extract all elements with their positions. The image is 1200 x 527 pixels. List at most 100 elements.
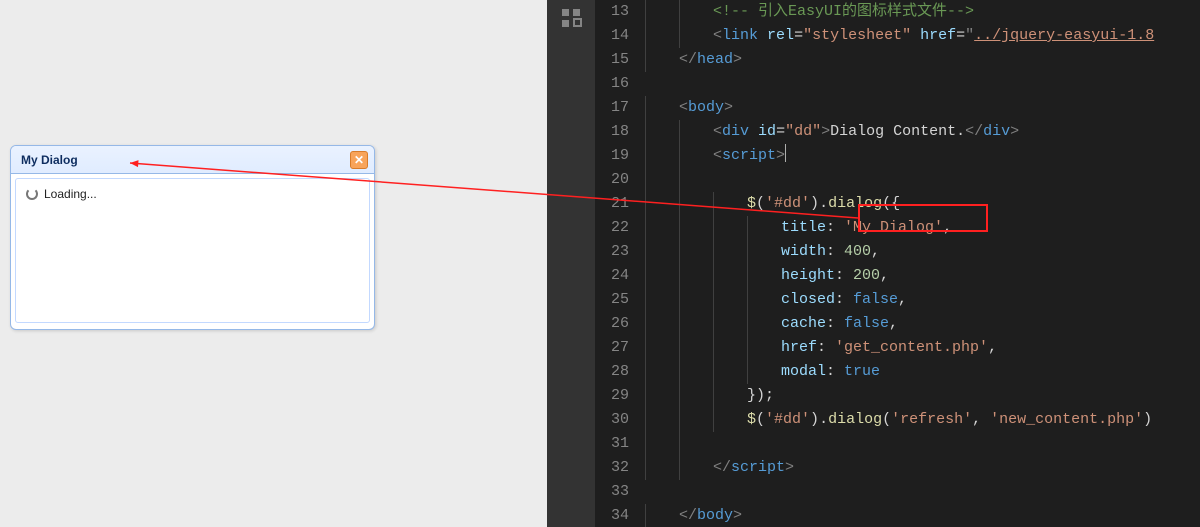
token-attr: rel <box>767 24 794 48</box>
token-brace: }); <box>747 384 774 408</box>
indent-guide <box>679 192 713 216</box>
token-punc: </ <box>965 120 983 144</box>
token-num: 200 <box>853 264 880 288</box>
token-bool: false <box>853 288 898 312</box>
token-key: cache <box>781 312 826 336</box>
token-punc: > <box>733 48 742 72</box>
dialog-close-button[interactable]: ✕ <box>350 151 368 169</box>
code-line[interactable]: 31 <box>595 432 1200 456</box>
code-line[interactable]: 29}); <box>595 384 1200 408</box>
code-line[interactable]: 21$('#dd').dialog({ <box>595 192 1200 216</box>
code-line[interactable]: 25closed: false, <box>595 288 1200 312</box>
token-text: : <box>826 216 844 240</box>
token-punc: > <box>733 504 742 527</box>
indent-guide <box>645 264 679 288</box>
token-brace: ( <box>756 192 765 216</box>
line-number: 26 <box>595 312 645 336</box>
token-text: , <box>880 264 889 288</box>
line-number: 24 <box>595 264 645 288</box>
token-text: : <box>826 360 844 384</box>
line-number: 28 <box>595 360 645 384</box>
code-line[interactable]: 24height: 200, <box>595 264 1200 288</box>
line-number: 32 <box>595 456 645 480</box>
indent-guide <box>679 312 713 336</box>
token-str: 'refresh' <box>891 408 972 432</box>
token-text: , <box>889 312 898 336</box>
token-func: dialog <box>828 408 882 432</box>
code-line[interactable]: 16 <box>595 72 1200 96</box>
code-line[interactable]: 14<link rel="stylesheet" href="../jquery… <box>595 24 1200 48</box>
easyui-dialog[interactable]: My Dialog ✕ Loading... <box>10 145 375 330</box>
token-str: 'My Dialog' <box>844 216 943 240</box>
token-punc: < <box>713 120 722 144</box>
indent-guide <box>645 0 679 24</box>
extensions-icon[interactable] <box>559 6 583 35</box>
token-punc: " <box>965 24 974 48</box>
activity-bar[interactable] <box>547 0 595 527</box>
line-number: 13 <box>595 0 645 24</box>
indent-guide <box>645 312 679 336</box>
indent-guide <box>747 264 781 288</box>
token-key: width <box>781 240 826 264</box>
indent-guide <box>645 168 679 192</box>
indent-guide <box>713 384 747 408</box>
code-line[interactable]: 28 modal: true <box>595 360 1200 384</box>
token-text: , <box>871 240 880 264</box>
token-text: : <box>826 312 844 336</box>
line-number: 33 <box>595 480 645 504</box>
token-num: 400 <box>844 240 871 264</box>
code-line[interactable]: 13 <!-- 引入EasyUI的图标样式文件--> <box>595 0 1200 24</box>
token-brace: ( <box>756 408 765 432</box>
code-line[interactable]: 30$('#dd').dialog('refresh', 'new_conten… <box>595 408 1200 432</box>
token-tag: body <box>697 504 733 527</box>
token-punc: </ <box>679 504 697 527</box>
token-tag: script <box>731 456 785 480</box>
token-key: closed <box>781 288 835 312</box>
indent-guide <box>713 240 747 264</box>
token-brace: ({ <box>882 192 900 216</box>
code-line[interactable]: 17<body> <box>595 96 1200 120</box>
token-text: , <box>898 288 907 312</box>
line-number: 23 <box>595 240 645 264</box>
indent-guide <box>713 216 747 240</box>
code-line[interactable]: 32</script> <box>595 456 1200 480</box>
token-func: $ <box>747 408 756 432</box>
indent-guide <box>713 264 747 288</box>
token-punc: < <box>713 24 722 48</box>
token-tag: div <box>722 120 749 144</box>
token-bool: true <box>844 360 880 384</box>
code-line[interactable]: 18<div id="dd">Dialog Content.</div> <box>595 120 1200 144</box>
code-line[interactable]: 15</head> <box>595 48 1200 72</box>
code-line[interactable]: 26cache: false, <box>595 312 1200 336</box>
token-cmt: <!-- 引入EasyUI的图标样式文件--> <box>713 0 974 24</box>
code-editor[interactable]: 13<!-- 引入EasyUI的图标样式文件-->14<link rel="st… <box>595 0 1200 527</box>
indent-guide <box>645 432 679 456</box>
token-attr: href <box>920 24 956 48</box>
token-text: : <box>826 240 844 264</box>
code-line[interactable]: 20 <box>595 168 1200 192</box>
code-line[interactable]: 19<script> <box>595 144 1200 168</box>
token-key: modal <box>781 360 826 384</box>
code-line[interactable]: 34 </body> <box>595 504 1200 527</box>
indent-guide <box>679 288 713 312</box>
code-line[interactable]: 23 width: 400, <box>595 240 1200 264</box>
token-func: $ <box>747 192 756 216</box>
line-number: 14 <box>595 24 645 48</box>
indent-guide <box>645 360 679 384</box>
indent-guide <box>679 264 713 288</box>
token-text: , <box>972 408 990 432</box>
token-brace: ) <box>1143 408 1152 432</box>
line-number: 34 <box>595 504 645 527</box>
code-line[interactable]: 27href: 'get_content.php', <box>595 336 1200 360</box>
indent-guide <box>713 360 747 384</box>
indent-guide <box>747 240 781 264</box>
indent-guide <box>747 360 781 384</box>
token-brace: ( <box>882 408 891 432</box>
token-func: dialog <box>828 192 882 216</box>
code-line[interactable]: 22title: 'My Dialog', <box>595 216 1200 240</box>
dialog-titlebar[interactable]: My Dialog ✕ <box>11 146 374 174</box>
token-brace: ) <box>810 192 819 216</box>
token-str: 'get_content.php' <box>835 336 988 360</box>
code-line[interactable]: 33 <box>595 480 1200 504</box>
line-number: 19 <box>595 144 645 168</box>
